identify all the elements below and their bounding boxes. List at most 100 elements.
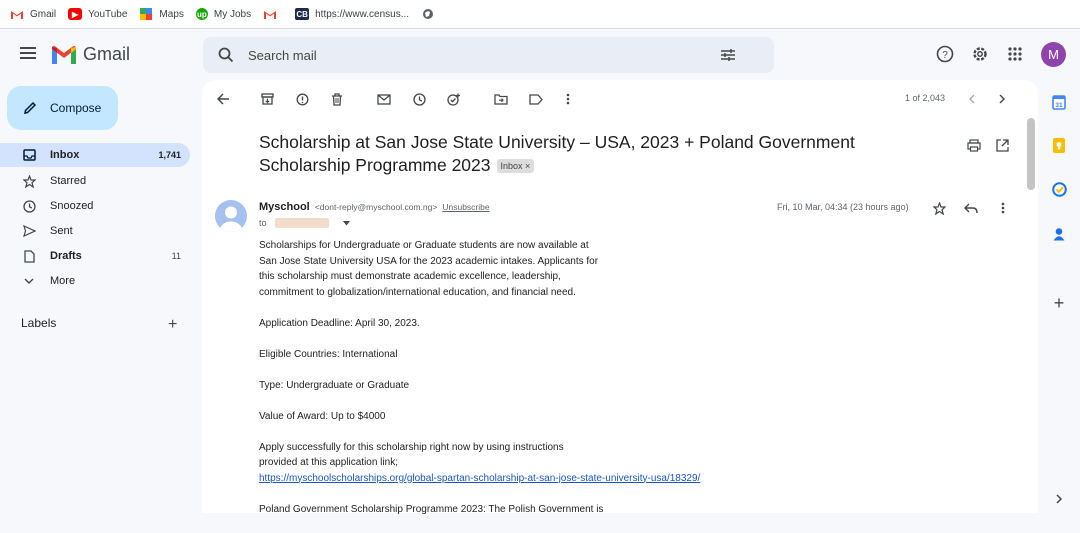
compose-button[interactable]: Compose <box>7 86 118 130</box>
body-line: Scholarships for Undergraduate or Gradua… <box>259 240 589 251</box>
bookmark-my-jobs[interactable]: up My Jobs <box>195 8 252 20</box>
sidebar-item-inbox[interactable]: Inbox 1,741 <box>0 143 190 167</box>
inbox-icon <box>22 148 36 162</box>
star-icon <box>22 174 36 188</box>
bookmark-globe[interactable] <box>421 8 441 20</box>
apps-grid-icon[interactable] <box>1004 43 1026 65</box>
sidebar-item-label: Starred <box>50 175 87 187</box>
body-line: provided at this application link; <box>259 457 398 468</box>
unsubscribe-link[interactable]: Unsubscribe <box>442 202 489 212</box>
gmail-icon <box>263 8 277 20</box>
youtube-icon: ▶ <box>68 8 83 20</box>
open-new-window-icon[interactable] <box>994 137 1010 153</box>
sidebar-item-more[interactable]: More <box>0 269 190 293</box>
sender-line: Myschool <dont-reply@myschool.com.ng> Un… <box>259 201 490 213</box>
inbox-label-chip[interactable]: Inbox × <box>496 159 535 173</box>
type-text: Type: Undergraduate or Graduate <box>259 379 410 391</box>
account-avatar[interactable]: M <box>1041 42 1066 67</box>
bookmark-label: Maps <box>159 8 184 20</box>
gmail-m-icon <box>52 45 76 64</box>
archive-icon[interactable] <box>259 91 275 107</box>
search-input[interactable] <box>248 47 708 63</box>
more-vert-icon[interactable] <box>995 200 1011 216</box>
pencil-icon <box>24 101 37 114</box>
body-paragraph: Apply successfully for this scholarship … <box>259 440 779 487</box>
to-label: to <box>259 218 267 228</box>
scrollbar-thumb[interactable] <box>1027 118 1035 190</box>
draft-icon <box>22 249 36 263</box>
sidebar-item-drafts[interactable]: Drafts 11 <box>0 244 190 268</box>
globe-icon <box>421 8 435 20</box>
sidebar-item-sent[interactable]: Sent <box>0 219 190 243</box>
help-icon[interactable]: ? <box>934 43 956 65</box>
compose-label: Compose <box>50 101 102 115</box>
deadline-text: Application Deadline: April 30, 2023. <box>259 317 420 329</box>
bookmark-gmail-2[interactable] <box>263 8 283 20</box>
label-icon[interactable] <box>528 91 544 107</box>
app-name: Gmail <box>83 44 131 64</box>
print-icon[interactable] <box>966 137 982 153</box>
mark-unread-icon[interactable] <box>376 91 392 107</box>
recipient-dropdown-icon[interactable] <box>342 220 350 226</box>
body-line: San Jose State University USA for the 20… <box>259 255 599 267</box>
bookmark-gmail[interactable]: Gmail <box>10 8 56 20</box>
gmail-logo[interactable]: Gmail <box>52 44 130 65</box>
sidebar-item-snoozed[interactable]: Snoozed <box>0 194 190 218</box>
sidebar-item-label: Drafts <box>50 250 82 262</box>
more-vert-icon[interactable] <box>560 91 576 107</box>
bookmark-youtube[interactable]: ▶ YouTube <box>68 8 127 20</box>
bookmark-label: Gmail <box>30 8 57 20</box>
email-date: Fri, 10 Mar, 04:34 (23 hours ago) <box>777 202 909 212</box>
back-arrow-icon[interactable] <box>215 91 231 107</box>
report-spam-icon[interactable] <box>294 91 310 107</box>
reply-icon[interactable] <box>963 200 979 216</box>
clock-icon <box>22 199 36 213</box>
contacts-icon[interactable] <box>1051 226 1067 242</box>
bookmark-label: My Jobs <box>213 8 252 20</box>
maps-icon <box>139 8 153 20</box>
star-icon[interactable] <box>931 200 947 216</box>
add-label-icon[interactable]: + <box>168 316 177 334</box>
chevron-right-icon[interactable] <box>994 91 1010 107</box>
chevron-left-icon[interactable] <box>963 91 979 107</box>
sidebar-item-starred[interactable]: Starred <box>0 169 190 193</box>
award-value-text: Value of Award: Up to $4000 <box>259 410 386 422</box>
keep-icon[interactable] <box>1051 137 1067 153</box>
body-paragraph: Scholarships for Undergraduate or Gradua… <box>259 238 779 300</box>
gear-icon[interactable] <box>969 43 991 65</box>
recipient-line: to <box>259 218 350 228</box>
calendar-icon[interactable]: 31 <box>1051 94 1067 110</box>
search-options-icon[interactable] <box>720 48 736 62</box>
bookmark-census[interactable]: CB https://www.census... <box>295 8 409 20</box>
eligible-countries-text: Eligible Countries: International <box>259 348 398 360</box>
sender-name[interactable]: Myschool <box>259 201 310 213</box>
chevron-down-icon <box>22 274 36 288</box>
send-icon <box>22 224 36 238</box>
sidebar-item-label: More <box>50 275 76 287</box>
body-paragraph: Poland Government Scholarship Programme … <box>259 503 604 515</box>
svg-text:31: 31 <box>1055 102 1063 109</box>
pagination-label: 1 of 2,043 <box>905 93 946 103</box>
census-icon: CB <box>295 8 310 20</box>
bookmark-label: YouTube <box>88 8 128 20</box>
add-task-icon[interactable] <box>446 91 462 107</box>
application-link[interactable]: https://myschoolscholarships.org/global-… <box>259 473 700 484</box>
gmail-icon <box>10 8 24 20</box>
move-to-icon[interactable] <box>493 91 509 107</box>
sender-avatar[interactable] <box>215 200 247 232</box>
email-body: Scholarships for Undergraduate or Gradua… <box>259 238 779 533</box>
chevron-right-icon[interactable] <box>1051 491 1067 507</box>
get-addons-icon[interactable]: + <box>1051 293 1067 313</box>
trash-icon[interactable] <box>329 91 345 107</box>
search-icon[interactable] <box>218 47 234 63</box>
bookmark-maps[interactable]: Maps <box>139 8 184 20</box>
body-line: this scholarship must demonstrate academ… <box>259 271 561 282</box>
search-bar[interactable] <box>203 37 774 73</box>
sidebar-item-label: Snoozed <box>50 200 94 212</box>
snooze-clock-icon[interactable] <box>411 91 427 107</box>
sidebar-item-label: Inbox <box>50 149 80 161</box>
tasks-icon[interactable] <box>1051 181 1067 197</box>
main-menu-icon[interactable] <box>18 44 38 64</box>
bookmarks-bar: Gmail ▶ YouTube Maps up My Jobs CB https… <box>0 0 1080 29</box>
redacted-recipient <box>274 218 329 228</box>
